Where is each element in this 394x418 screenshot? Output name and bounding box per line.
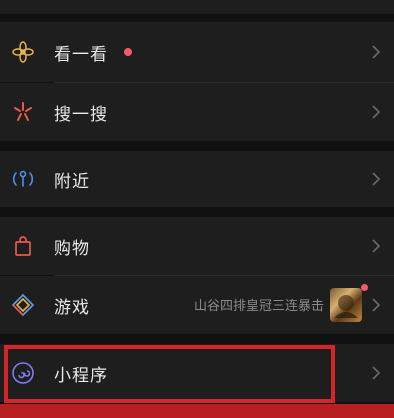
chevron-right-icon <box>372 45 381 59</box>
highlight-box <box>4 345 335 403</box>
chevron-right-icon <box>372 105 381 119</box>
shopping-bag-icon <box>10 233 36 259</box>
diamond-icon <box>10 292 36 318</box>
menu-label-fujin: 附近 <box>54 171 90 192</box>
partial-row-top <box>0 0 394 14</box>
location-person-icon <box>10 166 36 192</box>
menu-item-souyisou[interactable]: 搜一搜 <box>0 83 394 141</box>
menu-item-youxi[interactable]: 游戏 山谷四排皇冠三连暴击 <box>0 276 394 334</box>
notification-dot <box>124 48 132 56</box>
chevron-right-icon <box>372 172 381 186</box>
menu-label-souyisou: 搜一搜 <box>54 104 108 125</box>
notification-dot <box>361 284 368 291</box>
menu-item-kanyikan[interactable]: 看一看 <box>0 22 394 82</box>
menu-label-kanyikan: 看一看 <box>54 44 108 65</box>
flower-icon <box>10 39 36 65</box>
chevron-right-icon <box>372 239 381 253</box>
game-thumbnail <box>330 288 362 322</box>
star-burst-icon <box>10 99 36 125</box>
chevron-right-icon <box>372 298 381 312</box>
chevron-right-icon <box>372 366 381 380</box>
bottom-red-bar <box>0 404 394 418</box>
menu-item-fujin[interactable]: 附近 <box>0 151 394 207</box>
menu-label-gouwu: 购物 <box>54 238 90 259</box>
menu-item-gouwu[interactable]: 购物 <box>0 217 394 275</box>
menu-label-youxi: 游戏 <box>54 297 90 318</box>
game-promo-text: 山谷四排皇冠三连暴击 <box>193 299 324 314</box>
